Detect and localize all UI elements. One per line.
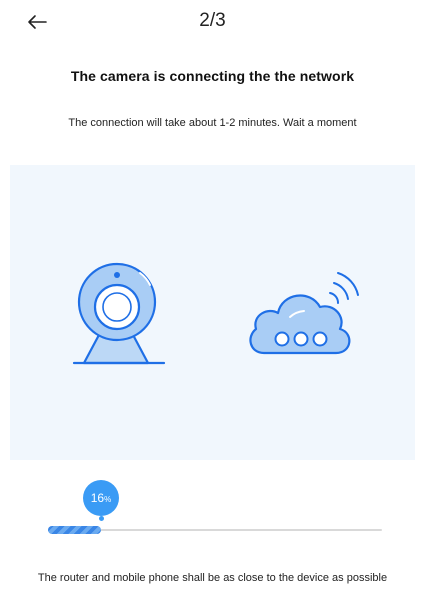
progress-fill xyxy=(48,526,101,534)
connection-progress: 16% xyxy=(0,478,425,548)
step-indicator: 2/3 xyxy=(199,10,226,31)
progress-value: 16 xyxy=(90,491,105,505)
page-subtitle: The connection will take about 1-2 minut… xyxy=(68,117,357,129)
progress-unit: % xyxy=(104,495,112,504)
bubble-pointer xyxy=(99,516,104,521)
progress-bubble: 16% xyxy=(83,480,119,516)
connection-illustration xyxy=(10,165,415,460)
footer-note: The router and mobile phone shall be as … xyxy=(37,572,388,584)
cloud-wifi-icon xyxy=(249,272,359,355)
camera-icon xyxy=(72,262,166,365)
page-title: The camera is connecting the the network xyxy=(70,68,355,84)
header: 2/3 xyxy=(0,0,425,50)
